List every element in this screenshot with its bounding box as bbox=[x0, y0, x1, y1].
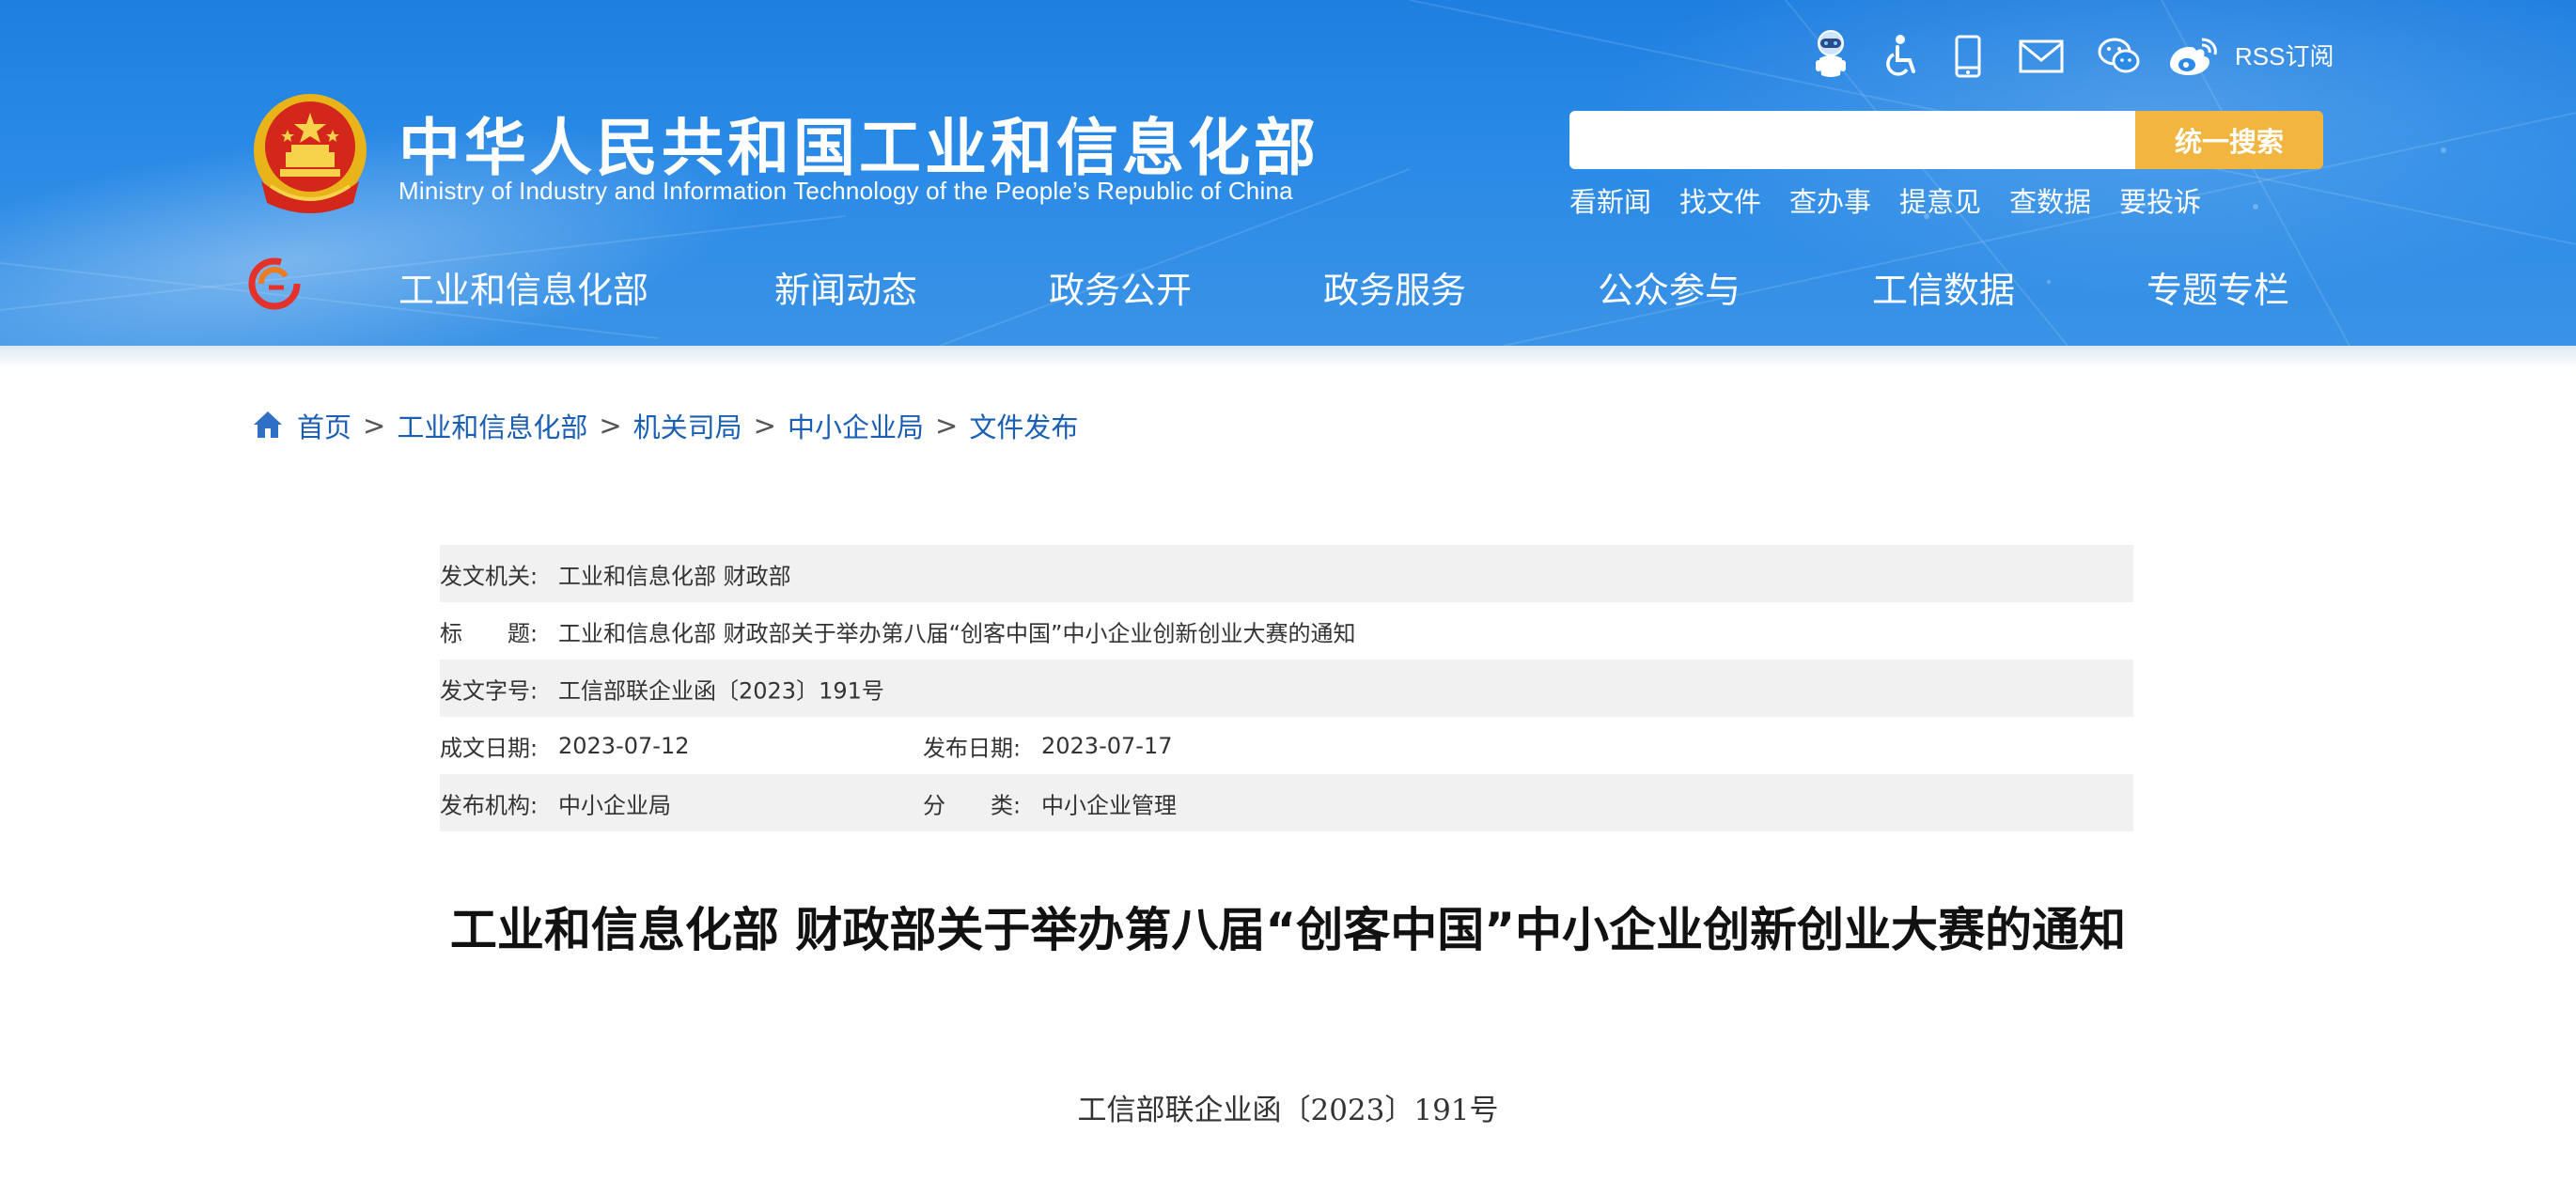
nav-miit-data[interactable]: 工信数据 bbox=[1872, 261, 2015, 313]
header-shadow bbox=[0, 346, 2576, 368]
quick-link-documents[interactable]: 找文件 bbox=[1679, 180, 1761, 220]
quick-link-complaint[interactable]: 要投诉 bbox=[2119, 180, 2201, 220]
nav-special-topics[interactable]: 专题专栏 bbox=[2147, 261, 2289, 313]
nav-news[interactable]: 新闻动态 bbox=[774, 261, 917, 313]
site-header: 中华人民共和国工业和信息化部 Ministry of Industry and … bbox=[0, 0, 2576, 346]
meta-row-dates: 成文日期: 2023-07-12 发布日期: 2023-07-17 bbox=[440, 717, 2133, 774]
meta-row-issuer: 发文机关: 工业和信息化部 财政部 bbox=[440, 545, 2133, 602]
published-date-label: 发布日期: bbox=[923, 735, 1022, 761]
wechat-icon[interactable] bbox=[2096, 28, 2143, 85]
breadcrumb-separator: > bbox=[935, 410, 959, 442]
site-subtitle: Ministry of Industry and Information Tec… bbox=[398, 177, 1293, 205]
breadcrumb-sme-bureau[interactable]: 中小企业局 bbox=[788, 406, 924, 445]
published-date-value: 2023-07-17 bbox=[1041, 732, 1173, 759]
robot-assistant-icon[interactable] bbox=[1809, 26, 1852, 83]
agency-label: 发布机构: bbox=[440, 792, 539, 818]
home-icon[interactable] bbox=[252, 410, 284, 442]
breadcrumb-separator: > bbox=[753, 410, 776, 442]
issuer-label: 发文机关: bbox=[440, 563, 539, 589]
nav-public-participation[interactable]: 公众参与 bbox=[1598, 261, 1741, 313]
nav-miit[interactable]: 工业和信息化部 bbox=[398, 261, 648, 313]
site-title: 中华人民共和国工业和信息化部 bbox=[398, 112, 1319, 184]
rss-subscribe-link[interactable]: RSS订阅 bbox=[2235, 38, 2334, 72]
quick-links: 看新闻 找文件 查办事 提意见 查数据 要投诉 bbox=[1569, 180, 2229, 220]
breadcrumb-departments[interactable]: 机关司局 bbox=[633, 406, 742, 445]
title-label: 标 题: bbox=[440, 620, 539, 646]
breadcrumb-home[interactable]: 首页 bbox=[297, 406, 351, 445]
breadcrumb-document-release[interactable]: 文件发布 bbox=[969, 406, 1078, 445]
created-date-label: 成文日期: bbox=[440, 735, 539, 761]
national-emblem-icon bbox=[254, 94, 367, 213]
nav-gov-services[interactable]: 政务服务 bbox=[1323, 261, 1466, 313]
quick-link-data[interactable]: 查数据 bbox=[2009, 180, 2091, 220]
unified-search-button[interactable]: 统一搜索 bbox=[2135, 111, 2323, 169]
title-value: 工业和信息化部 财政部关于举办第八届“创客中国”中小企业创新创业大赛的通知 bbox=[558, 620, 1356, 646]
quick-link-news[interactable]: 看新闻 bbox=[1569, 180, 1651, 220]
created-date-value: 2023-07-12 bbox=[558, 732, 690, 759]
search-input[interactable] bbox=[1569, 111, 2137, 169]
breadcrumb-miit[interactable]: 工业和信息化部 bbox=[397, 406, 587, 445]
category-value: 中小企业管理 bbox=[1041, 792, 1177, 818]
doc-number-label: 发文字号: bbox=[440, 677, 539, 704]
ministry-logo-icon[interactable] bbox=[248, 257, 301, 310]
quick-link-feedback[interactable]: 提意见 bbox=[1899, 180, 1981, 220]
meta-row-title: 标 题: 工业和信息化部 财政部关于举办第八届“创客中国”中小企业创新创业大赛的… bbox=[440, 602, 2133, 660]
category-label: 分 类: bbox=[923, 792, 1022, 818]
breadcrumb: 首页 > 工业和信息化部 > 机关司局 > 中小企业局 > 文件发布 bbox=[252, 406, 1078, 445]
document-number: 工信部联企业函〔2023〕191号 bbox=[1077, 1094, 1499, 1127]
issuer-value: 工业和信息化部 财政部 bbox=[558, 563, 791, 589]
doc-number-value: 工信部联企业函〔2023〕191号 bbox=[558, 677, 884, 704]
agency-value: 中小企业局 bbox=[558, 792, 671, 818]
document-metadata-table: 发文机关: 工业和信息化部 财政部 标 题: 工业和信息化部 财政部关于举办第八… bbox=[440, 545, 2133, 831]
meta-row-agency: 发布机构: 中小企业局 分 类: 中小企业管理 bbox=[440, 774, 2133, 831]
breadcrumb-separator: > bbox=[599, 410, 622, 442]
nav-gov-affairs[interactable]: 政务公开 bbox=[1049, 261, 1192, 313]
weibo-icon[interactable] bbox=[2167, 28, 2220, 85]
mail-icon[interactable] bbox=[2017, 28, 2066, 85]
accessibility-icon[interactable] bbox=[1880, 28, 1921, 85]
mobile-icon[interactable] bbox=[1949, 28, 1987, 85]
quick-link-services[interactable]: 查办事 bbox=[1789, 180, 1871, 220]
breadcrumb-separator: > bbox=[363, 410, 386, 442]
document-title: 工业和信息化部 财政部关于举办第八届“创客中国”中小企业创新创业大赛的通知 bbox=[449, 903, 2127, 957]
meta-row-doc-number: 发文字号: 工信部联企业函〔2023〕191号 bbox=[440, 660, 2133, 717]
